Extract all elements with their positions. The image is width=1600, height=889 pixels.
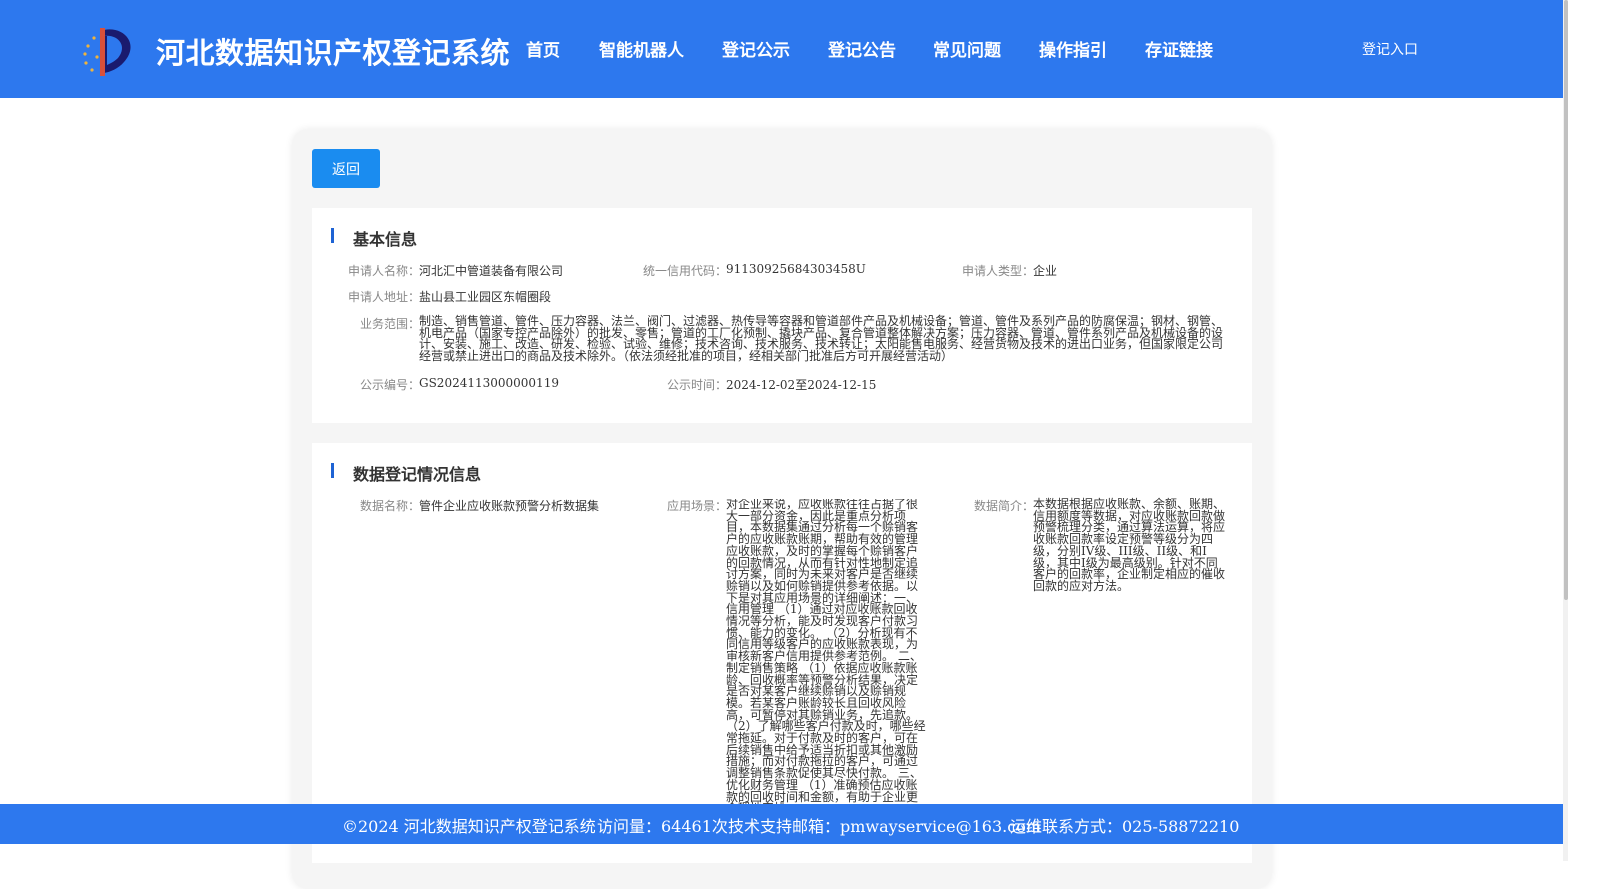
top-header: 河北数据知识产权登记系统 首页 智能机器人 登记公示 登记公告 常见问题 操作指… bbox=[0, 0, 1563, 98]
scenario-value: 对企业来说，应收账款往往占据了很大一部分资金，因此是重点分析项目，本数据集通过分… bbox=[726, 499, 926, 805]
site-title[interactable]: 河北数据知识产权登记系统 bbox=[156, 30, 510, 72]
address-value: 盐山县工业园区东帽圈段 bbox=[419, 290, 552, 304]
applicant-type-label: 申请人类型： bbox=[962, 264, 1035, 278]
notice-no-label: 公示编号： bbox=[360, 378, 421, 392]
back-button[interactable]: 返回 bbox=[312, 149, 380, 188]
data-name-value: 管件企业应收账款预警分析数据集 bbox=[419, 499, 600, 513]
section-marker bbox=[331, 463, 334, 478]
footer-visits: 访问量：64461次 bbox=[597, 817, 728, 836]
nav-guide[interactable]: 操作指引 bbox=[1039, 36, 1107, 61]
data-info-title: 数据登记情况信息 bbox=[353, 465, 482, 484]
basic-info-title: 基本信息 bbox=[353, 230, 418, 249]
credit-code-label: 统一信用代码： bbox=[643, 264, 728, 278]
scenario-label: 应用场景： bbox=[667, 499, 728, 513]
nav-home[interactable]: 首页 bbox=[526, 36, 560, 61]
notice-time-value: 2024-12-02至2024-12-15 bbox=[726, 378, 877, 392]
notice-time-label: 公示时间： bbox=[667, 378, 728, 392]
nav-evidence-link[interactable]: 存证链接 bbox=[1145, 36, 1213, 61]
section-marker bbox=[331, 228, 334, 243]
basic-info-panel: 基本信息 申请人名称： 河北汇中管道装备有限公司 统一信用代码： 9113092… bbox=[312, 208, 1252, 423]
business-scope-label: 业务范围： bbox=[360, 317, 421, 331]
data-info-panel: 数据登记情况信息 数据名称： 管件企业应收账款预警分析数据集 应用场景： 对企业… bbox=[312, 443, 1252, 863]
intro-label: 数据简介： bbox=[974, 499, 1035, 513]
footer-bar: ©2024 河北数据知识产权登记系统 访问量：64461次 技术支持邮箱：pmw… bbox=[0, 804, 1563, 844]
credit-code-value: 91130925684303458U bbox=[726, 262, 866, 276]
address-label: 申请人地址： bbox=[348, 290, 421, 304]
applicant-type-value: 企业 bbox=[1033, 264, 1058, 278]
footer-phone: 运维联系方式：025-58872210 bbox=[1010, 817, 1240, 836]
nav-registration-publicity[interactable]: 登记公示 bbox=[722, 36, 790, 61]
data-name-label: 数据名称： bbox=[360, 499, 421, 513]
site-logo bbox=[83, 28, 131, 76]
footer-email: 技术支持邮箱：pmwayservice@163.com bbox=[728, 817, 1041, 836]
notice-no-value: GS2024113000000119 bbox=[419, 376, 559, 390]
nav-robot[interactable]: 智能机器人 bbox=[599, 36, 684, 61]
nav-faq[interactable]: 常见问题 bbox=[933, 36, 1001, 61]
applicant-name-value: 河北汇中管道装备有限公司 bbox=[419, 264, 564, 278]
applicant-name-label: 申请人名称： bbox=[348, 264, 421, 278]
nav-registration-announcement[interactable]: 登记公告 bbox=[828, 36, 896, 61]
scrollbar-thumb[interactable] bbox=[1564, 0, 1568, 600]
business-scope-value: 制造、销售管道、管件、压力容器、法兰、阀门、过滤器、热传导等容器和管道部件产品及… bbox=[419, 314, 1224, 364]
footer-copyright: ©2024 河北数据知识产权登记系统 bbox=[342, 817, 596, 836]
intro-value: 本数据根据应收账款、余额、账期、信用额度等数据，对应收账款回款做预警梳理分类，通… bbox=[1033, 497, 1226, 593]
login-link[interactable]: 登记入口 bbox=[1362, 39, 1418, 59]
